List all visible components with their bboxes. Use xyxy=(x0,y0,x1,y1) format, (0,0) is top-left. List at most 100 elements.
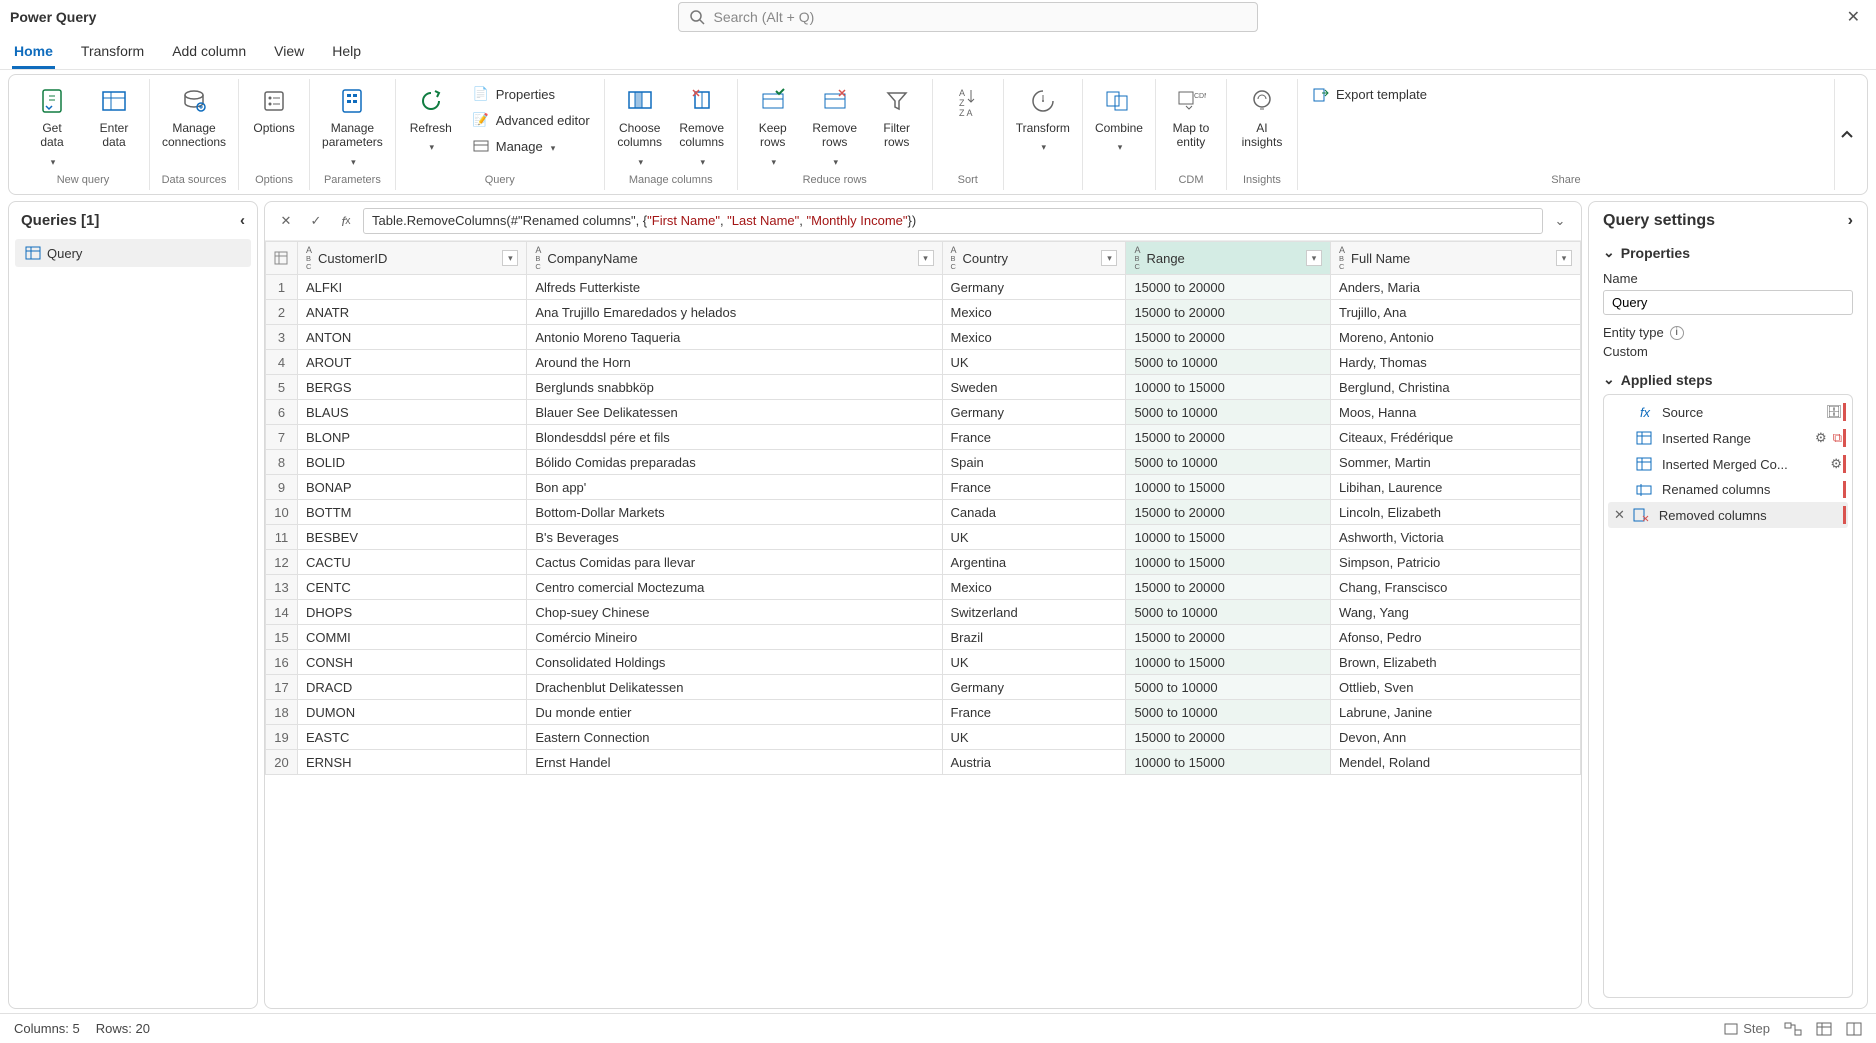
cell[interactable]: Sweden xyxy=(942,375,1126,400)
table-row[interactable]: 6BLAUSBlauer See DelikatessenGermany5000… xyxy=(266,400,1581,425)
cell[interactable]: Antonio Moreno Taqueria xyxy=(527,325,942,350)
cell[interactable]: BESBEV xyxy=(298,525,527,550)
step-settings-button[interactable]: ⚙ xyxy=(1830,456,1842,472)
cell[interactable]: Ernst Handel xyxy=(527,750,942,775)
cell[interactable]: Bottom-Dollar Markets xyxy=(527,500,942,525)
close-button[interactable]: ✕ xyxy=(1841,7,1866,27)
tab-view[interactable]: View xyxy=(272,37,306,69)
cell[interactable]: 5000 to 10000 xyxy=(1126,450,1331,475)
cell[interactable]: 10000 to 15000 xyxy=(1126,475,1331,500)
cell[interactable]: 5000 to 10000 xyxy=(1126,400,1331,425)
cell[interactable]: Mexico xyxy=(942,300,1126,325)
tab-home[interactable]: Home xyxy=(12,37,55,69)
cell[interactable]: Brown, Elizabeth xyxy=(1331,650,1581,675)
cell[interactable]: Germany xyxy=(942,400,1126,425)
info-icon[interactable]: i xyxy=(1670,326,1684,340)
manage-button[interactable]: Manage xyxy=(468,135,560,157)
table-row[interactable]: 17DRACDDrachenblut DelikatessenGermany50… xyxy=(266,675,1581,700)
cell[interactable]: 15000 to 20000 xyxy=(1126,500,1331,525)
cell[interactable]: Around the Horn xyxy=(527,350,942,375)
cell[interactable]: 5000 to 10000 xyxy=(1126,700,1331,725)
ai-insights-button[interactable]: AI insights xyxy=(1237,83,1287,152)
cell[interactable]: Moos, Hanna xyxy=(1331,400,1581,425)
cell[interactable]: Spain xyxy=(942,450,1126,475)
cell[interactable]: Berglund, Christina xyxy=(1331,375,1581,400)
step-inserted-merged-co-[interactable]: Inserted Merged Co...⚙ xyxy=(1608,451,1848,477)
cell[interactable]: CONSH xyxy=(298,650,527,675)
table-row[interactable]: 20ERNSHErnst HandelAustria10000 to 15000… xyxy=(266,750,1581,775)
cell[interactable]: AROUT xyxy=(298,350,527,375)
cell[interactable]: Chop-suey Chinese xyxy=(527,600,942,625)
cell[interactable]: ERNSH xyxy=(298,750,527,775)
cell[interactable]: Chang, Franscisco xyxy=(1331,575,1581,600)
cell[interactable]: BONAP xyxy=(298,475,527,500)
cell[interactable]: Argentina xyxy=(942,550,1126,575)
cell[interactable]: Hardy, Thomas xyxy=(1331,350,1581,375)
formula-cancel-button[interactable]: ✕ xyxy=(273,208,299,234)
cell[interactable]: Blondesddsl pére et fils xyxy=(527,425,942,450)
properties-button[interactable]: 📄Properties xyxy=(468,83,559,105)
cell[interactable]: Sommer, Martin xyxy=(1331,450,1581,475)
column-filter-button[interactable]: ▾ xyxy=(1101,250,1117,266)
cell[interactable]: Libihan, Laurence xyxy=(1331,475,1581,500)
column-header-full-name[interactable]: ABCFull Name▾ xyxy=(1331,242,1581,275)
table-row[interactable]: 5BERGSBerglunds snabbköpSweden10000 to 1… xyxy=(266,375,1581,400)
column-header-customerid[interactable]: ABCCustomerID▾ xyxy=(298,242,527,275)
query-item[interactable]: Query xyxy=(15,239,251,267)
cell[interactable]: BLAUS xyxy=(298,400,527,425)
diagram-view-button[interactable] xyxy=(1784,1022,1802,1036)
table-row[interactable]: 4AROUTAround the HornUK5000 to 10000Hard… xyxy=(266,350,1581,375)
keep-rows-button[interactable]: Keep rows xyxy=(748,83,798,170)
step-settings-button[interactable]: ⚙ xyxy=(1815,430,1827,446)
table-row[interactable]: 9BONAPBon app'France10000 to 15000Libiha… xyxy=(266,475,1581,500)
cell[interactable]: Austria xyxy=(942,750,1126,775)
cell[interactable]: UK xyxy=(942,725,1126,750)
table-row[interactable]: 14DHOPSChop-suey ChineseSwitzerland5000 … xyxy=(266,600,1581,625)
step-renamed-columns[interactable]: Renamed columns xyxy=(1608,477,1848,502)
cell[interactable]: Labrune, Janine xyxy=(1331,700,1581,725)
settings-expand-button[interactable]: › xyxy=(1848,212,1853,230)
get-data-button[interactable]: Get data xyxy=(27,83,77,170)
cell[interactable]: Ottlieb, Sven xyxy=(1331,675,1581,700)
advanced-editor-button[interactable]: 📝Advanced editor xyxy=(468,109,594,131)
cell[interactable]: 5000 to 10000 xyxy=(1126,350,1331,375)
properties-section[interactable]: ⌄Properties xyxy=(1603,244,1853,261)
cell[interactable]: COMMI xyxy=(298,625,527,650)
table-row[interactable]: 3ANTONAntonio Moreno TaqueriaMexico15000… xyxy=(266,325,1581,350)
map-to-entity-button[interactable]: CDMMap to entity xyxy=(1166,83,1216,152)
options-button[interactable]: Options xyxy=(249,83,299,137)
cell[interactable]: 5000 to 10000 xyxy=(1126,675,1331,700)
table-row[interactable]: 15COMMIComércio MineiroBrazil15000 to 20… xyxy=(266,625,1581,650)
cell[interactable]: Brazil xyxy=(942,625,1126,650)
cell[interactable]: Alfreds Futterkiste xyxy=(527,275,942,300)
grid-view-button[interactable] xyxy=(1816,1022,1832,1036)
column-filter-button[interactable]: ▾ xyxy=(502,250,518,266)
cell[interactable]: Mendel, Roland xyxy=(1331,750,1581,775)
cell[interactable]: CACTU xyxy=(298,550,527,575)
search-box[interactable]: Search (Alt + Q) xyxy=(678,2,1258,32)
cell[interactable]: Bon app' xyxy=(527,475,942,500)
cell[interactable]: France xyxy=(942,475,1126,500)
table-row[interactable]: 12CACTUCactus Comidas para llevarArgenti… xyxy=(266,550,1581,575)
cell[interactable]: UK xyxy=(942,525,1126,550)
cell[interactable]: 15000 to 20000 xyxy=(1126,325,1331,350)
remove-rows-button[interactable]: Remove rows xyxy=(810,83,860,170)
cell[interactable]: DHOPS xyxy=(298,600,527,625)
cell[interactable]: Switzerland xyxy=(942,600,1126,625)
split-view-button[interactable] xyxy=(1846,1022,1862,1036)
cell[interactable]: 15000 to 20000 xyxy=(1126,625,1331,650)
cell[interactable]: Anders, Maria xyxy=(1331,275,1581,300)
cell[interactable]: DUMON xyxy=(298,700,527,725)
table-row[interactable]: 2ANATRAna Trujillo Emaredados y heladosM… xyxy=(266,300,1581,325)
cell[interactable]: DRACD xyxy=(298,675,527,700)
cell[interactable]: CENTC xyxy=(298,575,527,600)
manage-connections-button[interactable]: Manage connections xyxy=(160,83,228,152)
refresh-button[interactable]: Refresh xyxy=(406,83,456,156)
cell[interactable]: Cactus Comidas para llevar xyxy=(527,550,942,575)
cell[interactable]: Drachenblut Delikatessen xyxy=(527,675,942,700)
corner-cell[interactable] xyxy=(266,242,298,275)
query-name-input[interactable] xyxy=(1603,290,1853,315)
cell[interactable]: 5000 to 10000 xyxy=(1126,600,1331,625)
table-row[interactable]: 13CENTCCentro comercial MoctezumaMexico1… xyxy=(266,575,1581,600)
step-nav[interactable]: Step xyxy=(1723,1021,1770,1037)
